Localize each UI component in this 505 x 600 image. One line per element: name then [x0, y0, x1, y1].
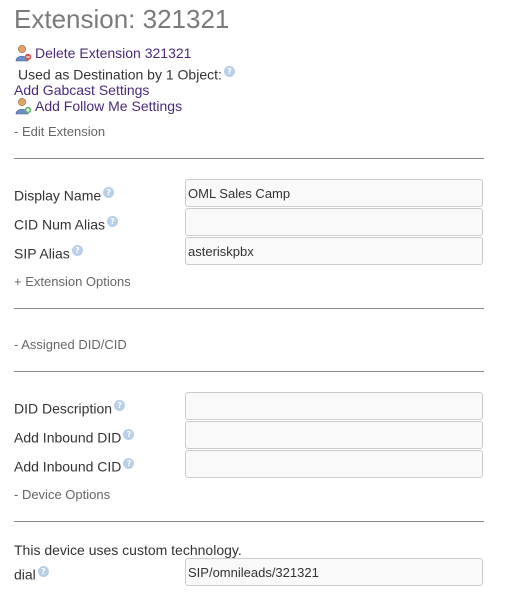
add-inbound-did-input[interactable]: [185, 421, 483, 449]
sip-alias-input[interactable]: [185, 237, 483, 265]
add-follow-me-label: Add Follow Me Settings: [35, 98, 183, 114]
display-name-input[interactable]: [185, 179, 483, 207]
dial-input[interactable]: [185, 558, 483, 586]
edit-extension-toggle[interactable]: - Edit Extension: [14, 124, 105, 139]
help-icon[interactable]: ?: [71, 245, 83, 256]
delete-extension-label: Delete Extension 321321: [35, 45, 192, 61]
help-icon[interactable]: ?: [103, 187, 115, 198]
divider: [14, 308, 484, 309]
add-inbound-did-label: Add Inbound DID?: [14, 429, 135, 446]
help-icon[interactable]: ?: [107, 216, 119, 227]
sip-alias-label: SIP Alias?: [14, 245, 83, 262]
page-title: Extension: 321321: [14, 4, 230, 34]
display-name-label: Display Name?: [14, 187, 115, 204]
custom-technology-note: This device uses custom technology.: [14, 542, 242, 558]
cid-num-alias-input[interactable]: [185, 208, 483, 236]
delete-extension-link[interactable]: Delete Extension 321321: [14, 44, 191, 62]
help-icon[interactable]: ?: [123, 429, 135, 440]
add-gabcast-link[interactable]: Add Gabcast Settings: [14, 82, 149, 98]
help-icon[interactable]: ?: [37, 566, 49, 577]
used-as-destination-text: Used as Destination by 1 Object:?: [18, 66, 235, 83]
add-inbound-cid-input[interactable]: [185, 450, 483, 478]
did-description-input[interactable]: [185, 392, 483, 420]
assigned-did-cid-toggle[interactable]: - Assigned DID/CID: [14, 337, 127, 352]
add-inbound-cid-label: Add Inbound CID?: [14, 458, 135, 475]
help-icon[interactable]: ?: [114, 400, 126, 411]
device-options-toggle[interactable]: - Device Options: [14, 487, 110, 502]
help-icon[interactable]: ?: [223, 66, 235, 77]
divider: [14, 521, 484, 522]
user-icon: [14, 44, 32, 62]
cid-num-alias-label: CID Num Alias?: [14, 216, 119, 233]
extension-options-toggle[interactable]: + Extension Options: [14, 274, 131, 289]
user-icon: [14, 97, 32, 115]
divider: [14, 371, 484, 372]
dial-label: dial?: [14, 566, 49, 583]
did-description-label: DID Description?: [14, 400, 126, 417]
used-as-destination-label: Used as Destination by 1 Object:: [18, 66, 222, 83]
add-follow-me-link[interactable]: Add Follow Me Settings: [14, 97, 182, 115]
divider: [14, 158, 484, 159]
help-icon[interactable]: ?: [123, 458, 135, 469]
